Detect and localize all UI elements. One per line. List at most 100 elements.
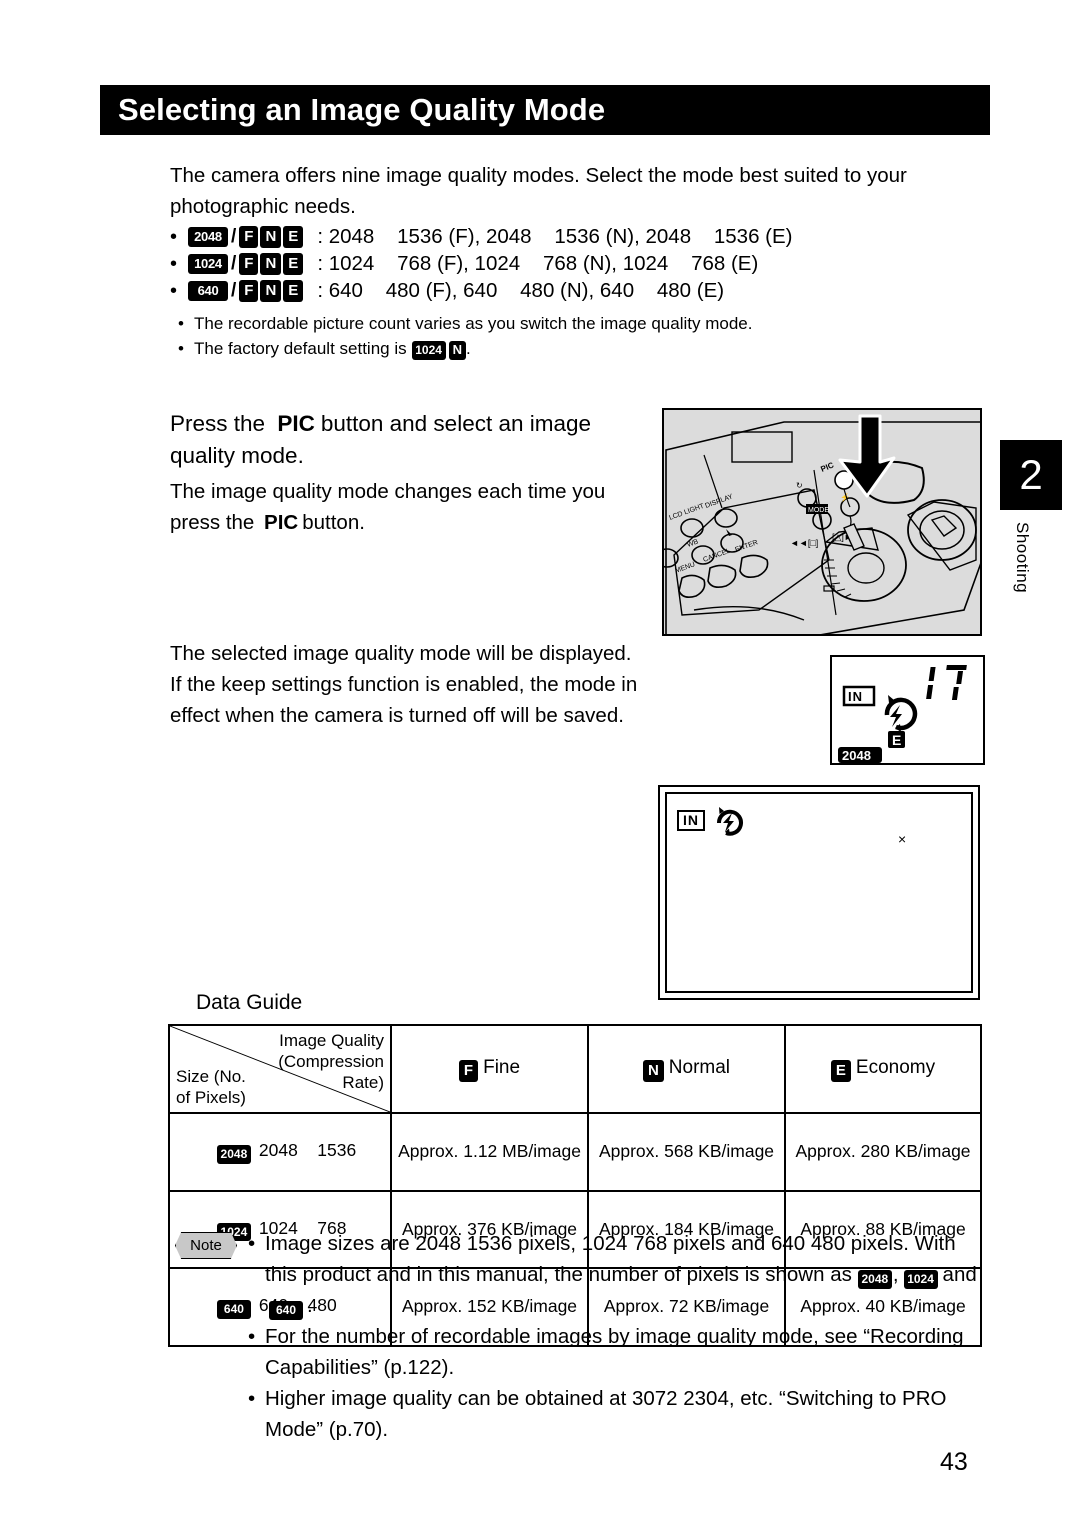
page-title: Selecting an Image Quality Mode	[118, 92, 606, 127]
chapter-tab-label: Shooting	[1013, 522, 1032, 594]
mode-description: : 2048 1536 (F), 2048 1536 (N), 2048 153…	[317, 225, 793, 248]
note-item-text: For the number of recordable images by i…	[265, 1325, 964, 1379]
page-number: 43	[940, 1448, 968, 1476]
quality-badge-normal-icon: N	[260, 253, 282, 275]
lcd-monitor-figure: IN ×	[658, 785, 980, 1000]
slash-separator: /	[231, 226, 237, 247]
zoom-wide-label: ◄◄[□]	[790, 538, 818, 548]
page-title-bar: Selecting an Image Quality Mode	[100, 85, 990, 135]
size-badge-1024-icon: 1024	[903, 1270, 938, 1289]
cell-2048-economy: Approx. 280 KB/image	[784, 1112, 982, 1192]
mode-line: • 1024 / F N E : 1024 768 (F), 1024 768 …	[170, 252, 970, 276]
sub-bullet-text: The factory default setting is	[194, 339, 407, 358]
note-section: Note • Image sizes are 2048 1536 pixels,…	[170, 1228, 990, 1445]
mode-description: : 640 480 (F), 640 480 (N), 640 480 (E)	[317, 279, 725, 302]
quality-badge-normal-icon: N	[260, 226, 282, 248]
column-header-economy-label: Economy	[855, 1056, 936, 1078]
quality-badge-fine-icon: F	[239, 253, 259, 275]
flash-off-icon	[716, 807, 743, 836]
svg-text:2048: 2048	[842, 748, 871, 763]
mode-line: • 2048 / F N E : 2048 1536 (F), 2048 153…	[170, 225, 970, 249]
note-badge: Note	[175, 1232, 237, 1259]
chapter-tab-number: 2	[1000, 440, 1062, 510]
step-one-section: Press the PIC button and select an image …	[170, 408, 650, 538]
bullet-marker: •	[170, 225, 178, 248]
note-text-after: .	[307, 1294, 313, 1317]
corner-size-line-2: of Pixels)	[176, 1088, 246, 1107]
note-item: • Image sizes are 2048 1536 pixels, 1024…	[248, 1228, 990, 1321]
note-item: • Higher image quality can be obtained a…	[248, 1383, 990, 1445]
lcd-panel-svg: IN E 2048	[838, 665, 967, 763]
quality-badge-normal-icon: N	[260, 280, 282, 302]
cell-2048-normal: Approx. 568 KB/image	[587, 1112, 786, 1192]
quality-badge-normal-icon: N	[642, 1059, 664, 1082]
pic-button-label: PIC	[264, 511, 299, 534]
cell-2048-fine: Approx. 1.12 MB/image	[390, 1112, 589, 1192]
quality-badge-fine-icon: F	[239, 280, 259, 302]
size-badge-1024-icon: 1024	[188, 253, 228, 275]
camera-drawing-svg: LCD LIGHT DISPLAY WB MENU CANCEL ENTER P…	[664, 410, 980, 634]
column-header-fine-label: Fine	[483, 1056, 521, 1078]
note-list: • Image sizes are 2048 1536 pixels, 1024…	[248, 1228, 990, 1445]
flash-off-icon	[884, 695, 918, 732]
step-one-sub-part1: The image quality mode changes each time…	[170, 480, 606, 534]
column-header-economy: E Economy	[784, 1024, 982, 1114]
note-text-before: Image sizes are 2048 1536 pixels, 1024 7…	[265, 1232, 956, 1286]
note-item-text: Image sizes are 2048 1536 pixels, 1024 7…	[265, 1228, 990, 1321]
intro-paragraph: The camera offers nine image quality mod…	[170, 164, 907, 218]
corner-size-line-1: Size (No.	[176, 1067, 246, 1086]
row-size-2048: 2048 2048 1536	[168, 1112, 392, 1192]
column-header-normal-label: Normal	[668, 1056, 731, 1078]
table-header-row: Image Quality (Compression Rate) Size (N…	[168, 1024, 982, 1114]
mode-description: : 1024 768 (F), 1024 768 (N), 1024 768 (…	[317, 252, 759, 275]
bullet-marker: •	[170, 252, 178, 275]
intro-sub-bullets: • The recordable picture count varies as…	[178, 311, 970, 361]
slash-separator: /	[231, 253, 237, 274]
svg-text:E: E	[892, 732, 901, 748]
step-two-line1: The selected image quality mode will be …	[170, 642, 632, 665]
step-one-heading: Press the PIC button and select an image …	[170, 408, 650, 472]
quality-badge-fine-icon: F	[458, 1059, 479, 1082]
column-header-normal: N Normal	[587, 1024, 786, 1114]
bullet-marker: •	[248, 1232, 256, 1255]
mode-icon-group: 1024 / F N E	[188, 253, 304, 275]
quality-badge-economy-icon: E	[283, 253, 304, 275]
quality-badge-economy-icon: E	[830, 1059, 851, 1082]
row-size-label: 2048 1536	[258, 1140, 357, 1160]
slash-separator: /	[231, 280, 237, 301]
center-cross-mark: ×	[898, 831, 907, 848]
note-item: • For the number of recordable images by…	[248, 1321, 990, 1383]
size-badge-2048-icon: 2048	[188, 226, 228, 248]
chapter-number: 2	[1019, 451, 1043, 498]
quality-badge-economy-icon: E	[283, 226, 304, 248]
step-one-subtext: The image quality mode changes each time…	[170, 476, 650, 538]
bullet-marker: •	[248, 1387, 256, 1410]
mode-icon-group: 640 / F N E	[188, 280, 304, 302]
lcd-status-panel-figure: IN E 2048	[830, 655, 985, 765]
bullet-marker: •	[178, 339, 184, 358]
sub-bullet-suffix: .	[466, 339, 471, 358]
size-badge-2048-icon: 2048	[857, 1270, 892, 1289]
size-badge-1024-icon: 1024	[411, 341, 446, 360]
quality-badge-normal-icon: N	[448, 340, 466, 360]
step-one-sub-part2: button.	[302, 511, 365, 534]
note-conjunction: and	[942, 1263, 977, 1286]
mode-icon-group: 2048 / F N E	[188, 226, 304, 248]
sub-bullet-item: • The factory default setting is 1024 N …	[178, 336, 970, 361]
table-row: 2048 2048 1536 Approx. 1.12 MB/image Appr…	[168, 1112, 982, 1192]
step-two-section: The selected image quality mode will be …	[170, 638, 650, 731]
camera-illustration: LCD LIGHT DISPLAY WB MENU CANCEL ENTER P…	[662, 408, 982, 636]
bullet-marker: •	[170, 279, 178, 302]
size-badge-2048-icon: 2048	[216, 1145, 251, 1164]
lcd-monitor-screen: IN ×	[665, 792, 973, 993]
column-header-fine: F Fine	[390, 1024, 589, 1114]
step-two-line2: If the keep settings function is enabled…	[170, 673, 638, 727]
picture-counter-display	[926, 665, 967, 700]
svg-text:MODE: MODE	[808, 507, 829, 514]
size-badge-640-icon: 640	[188, 280, 228, 302]
quality-badge-economy-icon: E	[283, 280, 304, 302]
quality-badge-fine-icon: F	[239, 226, 259, 248]
note-item-text: Higher image quality can be obtained at …	[265, 1387, 947, 1441]
sub-bullet-text: The recordable picture count varies as y…	[194, 314, 753, 333]
intro-section: The camera offers nine image quality mod…	[170, 160, 970, 361]
